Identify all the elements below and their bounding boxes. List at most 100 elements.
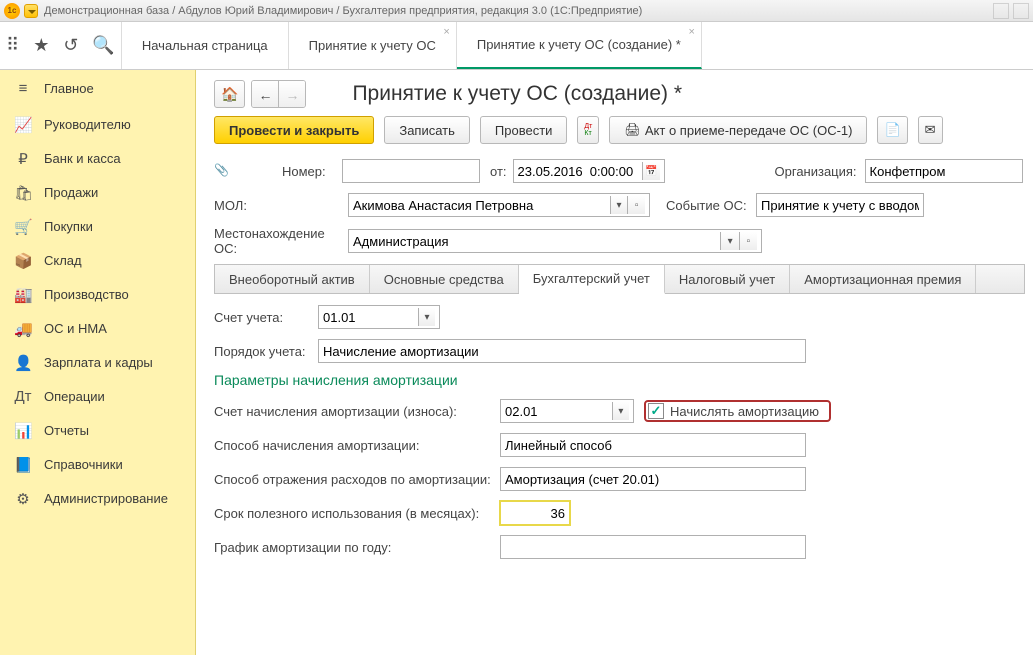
print-report-button[interactable]: 🖨 Акт о приеме-передаче ОС (ОС-1) [609,116,867,144]
extra-button-2[interactable]: ✉ [918,116,943,144]
sidebar-item-label: Покупки [44,219,93,234]
charge-amort-checkbox[interactable]: ✓ [648,403,664,419]
save-button[interactable]: Записать [384,116,470,144]
amort-acc-label: Счет начисления амортизации (износа): [214,404,500,419]
account-input[interactable] [323,310,418,325]
number-label: Номер: [282,164,342,179]
favorite-icon[interactable]: ★ [33,35,49,56]
sidebar-icon: ₽ [14,150,32,168]
sidebar-item-label: Справочники [44,457,123,472]
amort-acc-input[interactable] [505,404,612,419]
tab-tax[interactable]: Налоговый учет [665,265,790,293]
apps-icon[interactable]: ⠿ [6,35,19,56]
search-icon[interactable]: 🔍 [92,35,114,56]
sidebar-icon: Дт [14,388,32,405]
refl-input[interactable] [505,472,801,487]
sidebar-item[interactable]: ≡ Главное [0,70,195,108]
sidebar: ≡ Главное 📈 Руководителю ₽ Банк и касса 🛍 Прода… [0,70,196,655]
attachment-icon[interactable]: 📎 [214,163,230,179]
tab-label: Начальная страница [142,38,268,53]
life-label: Срок полезного использования (в месяцах)… [214,506,500,521]
dropdown-icon[interactable]: ▾ [610,196,628,214]
dropdown-icon[interactable]: ▾ [612,402,629,420]
sidebar-item[interactable]: 🛍 Продажи [0,176,195,210]
tab-fixed-assets[interactable]: Основные средства [370,265,519,293]
sidebar-item[interactable]: 👤Зарплата и кадры [0,346,195,380]
sidebar-item-label: Главное [44,81,94,96]
sidebar-item-label: Отчеты [44,423,89,438]
sched-input[interactable] [505,540,801,555]
sidebar-item[interactable]: ₽ Банк и касса [0,142,195,176]
tab-document-2[interactable]: Принятие к учету ОС (создание) *× [457,22,702,69]
dt-kt-button[interactable]: ДтКт [577,116,599,144]
sidebar-item[interactable]: 🛒Покупки [0,210,195,244]
tab-noncurrent-asset[interactable]: Внеоборотный актив [215,265,370,293]
history-icon[interactable]: ↺ [63,35,78,56]
tab-home[interactable]: Начальная страница [122,22,289,69]
tab-bonus[interactable]: Амортизационная премия [790,265,976,293]
sidebar-item-label: Продажи [44,185,98,200]
sidebar-icon: 📘 [14,456,32,474]
app-menu-dropdown[interactable] [24,4,38,18]
content-area: 🏠 ← → Принятие к учету ОС (создание) * П… [196,70,1033,655]
extra-button-1[interactable]: 📄 [877,116,907,144]
button-label: Акт о приеме-передаче ОС (ОС-1) [645,123,853,138]
sidebar-item-label: Банк и касса [44,151,121,166]
sidebar-item[interactable]: Дт Операции [0,380,195,414]
sidebar-icon: 📊 [14,422,32,440]
refl-label: Способ отражения расходов по амортизации… [214,472,500,487]
mol-input[interactable] [353,198,610,213]
window-control-icon[interactable] [1013,3,1029,19]
life-input[interactable] [505,506,565,521]
sidebar-icon: ⚙ [14,490,32,508]
sidebar-item-label: Операции [44,389,105,404]
window-titlebar: 1c Демонстрационная база / Абдулов Юрий … [0,0,1033,22]
sidebar-item[interactable]: ⚙Администрирование [0,482,195,516]
sidebar-item-label: Руководителю [44,117,131,132]
event-label: Событие ОС: [666,198,756,213]
sidebar-icon: 🏭 [14,286,32,304]
dropdown-icon[interactable]: ▾ [720,232,738,250]
window-title: Демонстрационная база / Абдулов Юрий Вла… [44,5,642,17]
nav-forward-button[interactable]: → [279,81,305,108]
sidebar-item[interactable]: 🚚ОС и НМА [0,312,195,346]
location-input[interactable] [353,234,720,249]
post-and-close-button[interactable]: Провести и закрыть [214,116,374,144]
close-icon[interactable]: × [443,26,449,38]
sidebar-item[interactable]: 📈 Руководителю [0,108,195,142]
section-title: Параметры начисления амортизации [214,372,1025,388]
post-button[interactable]: Провести [480,116,568,144]
org-label: Организация: [775,164,865,179]
sidebar-icon: 🛍 [14,184,32,202]
sidebar-icon: 👤 [14,354,32,372]
nav-back-button[interactable]: ← [252,81,279,108]
order-label: Порядок учета: [214,344,318,359]
tab-label: Принятие к учету ОС [309,38,436,53]
home-button[interactable]: 🏠 [214,80,245,108]
sidebar-icon: ≡ [14,80,32,97]
sidebar-icon: 📦 [14,252,32,270]
order-input[interactable] [323,344,801,359]
method-label: Способ начисления амортизации: [214,438,500,453]
dropdown-icon[interactable]: ▾ [418,308,435,326]
sidebar-item[interactable]: 📦Склад [0,244,195,278]
method-input[interactable] [505,438,801,453]
org-input[interactable] [870,164,1018,179]
open-icon[interactable]: ▫ [739,232,757,250]
sidebar-icon: 🚚 [14,320,32,338]
account-label: Счет учета: [214,310,318,325]
close-icon[interactable]: × [688,26,694,38]
sidebar-icon: 📈 [14,116,32,134]
event-input[interactable] [761,198,919,213]
sidebar-item[interactable]: 🏭Производство [0,278,195,312]
date-picker-icon[interactable]: 📅 [642,162,660,180]
sidebar-item[interactable]: 📘 Справочники [0,448,195,482]
open-icon[interactable]: ▫ [627,196,645,214]
window-control-icon[interactable] [993,3,1009,19]
number-input[interactable] [347,164,475,179]
sidebar-item[interactable]: 📊 Отчеты [0,414,195,448]
tab-accounting[interactable]: Бухгалтерский учет [519,265,665,294]
page-title: Принятие к учету ОС (создание) * [352,82,682,106]
date-input[interactable] [518,164,642,179]
tab-document-1[interactable]: Принятие к учету ОС × [289,22,457,69]
